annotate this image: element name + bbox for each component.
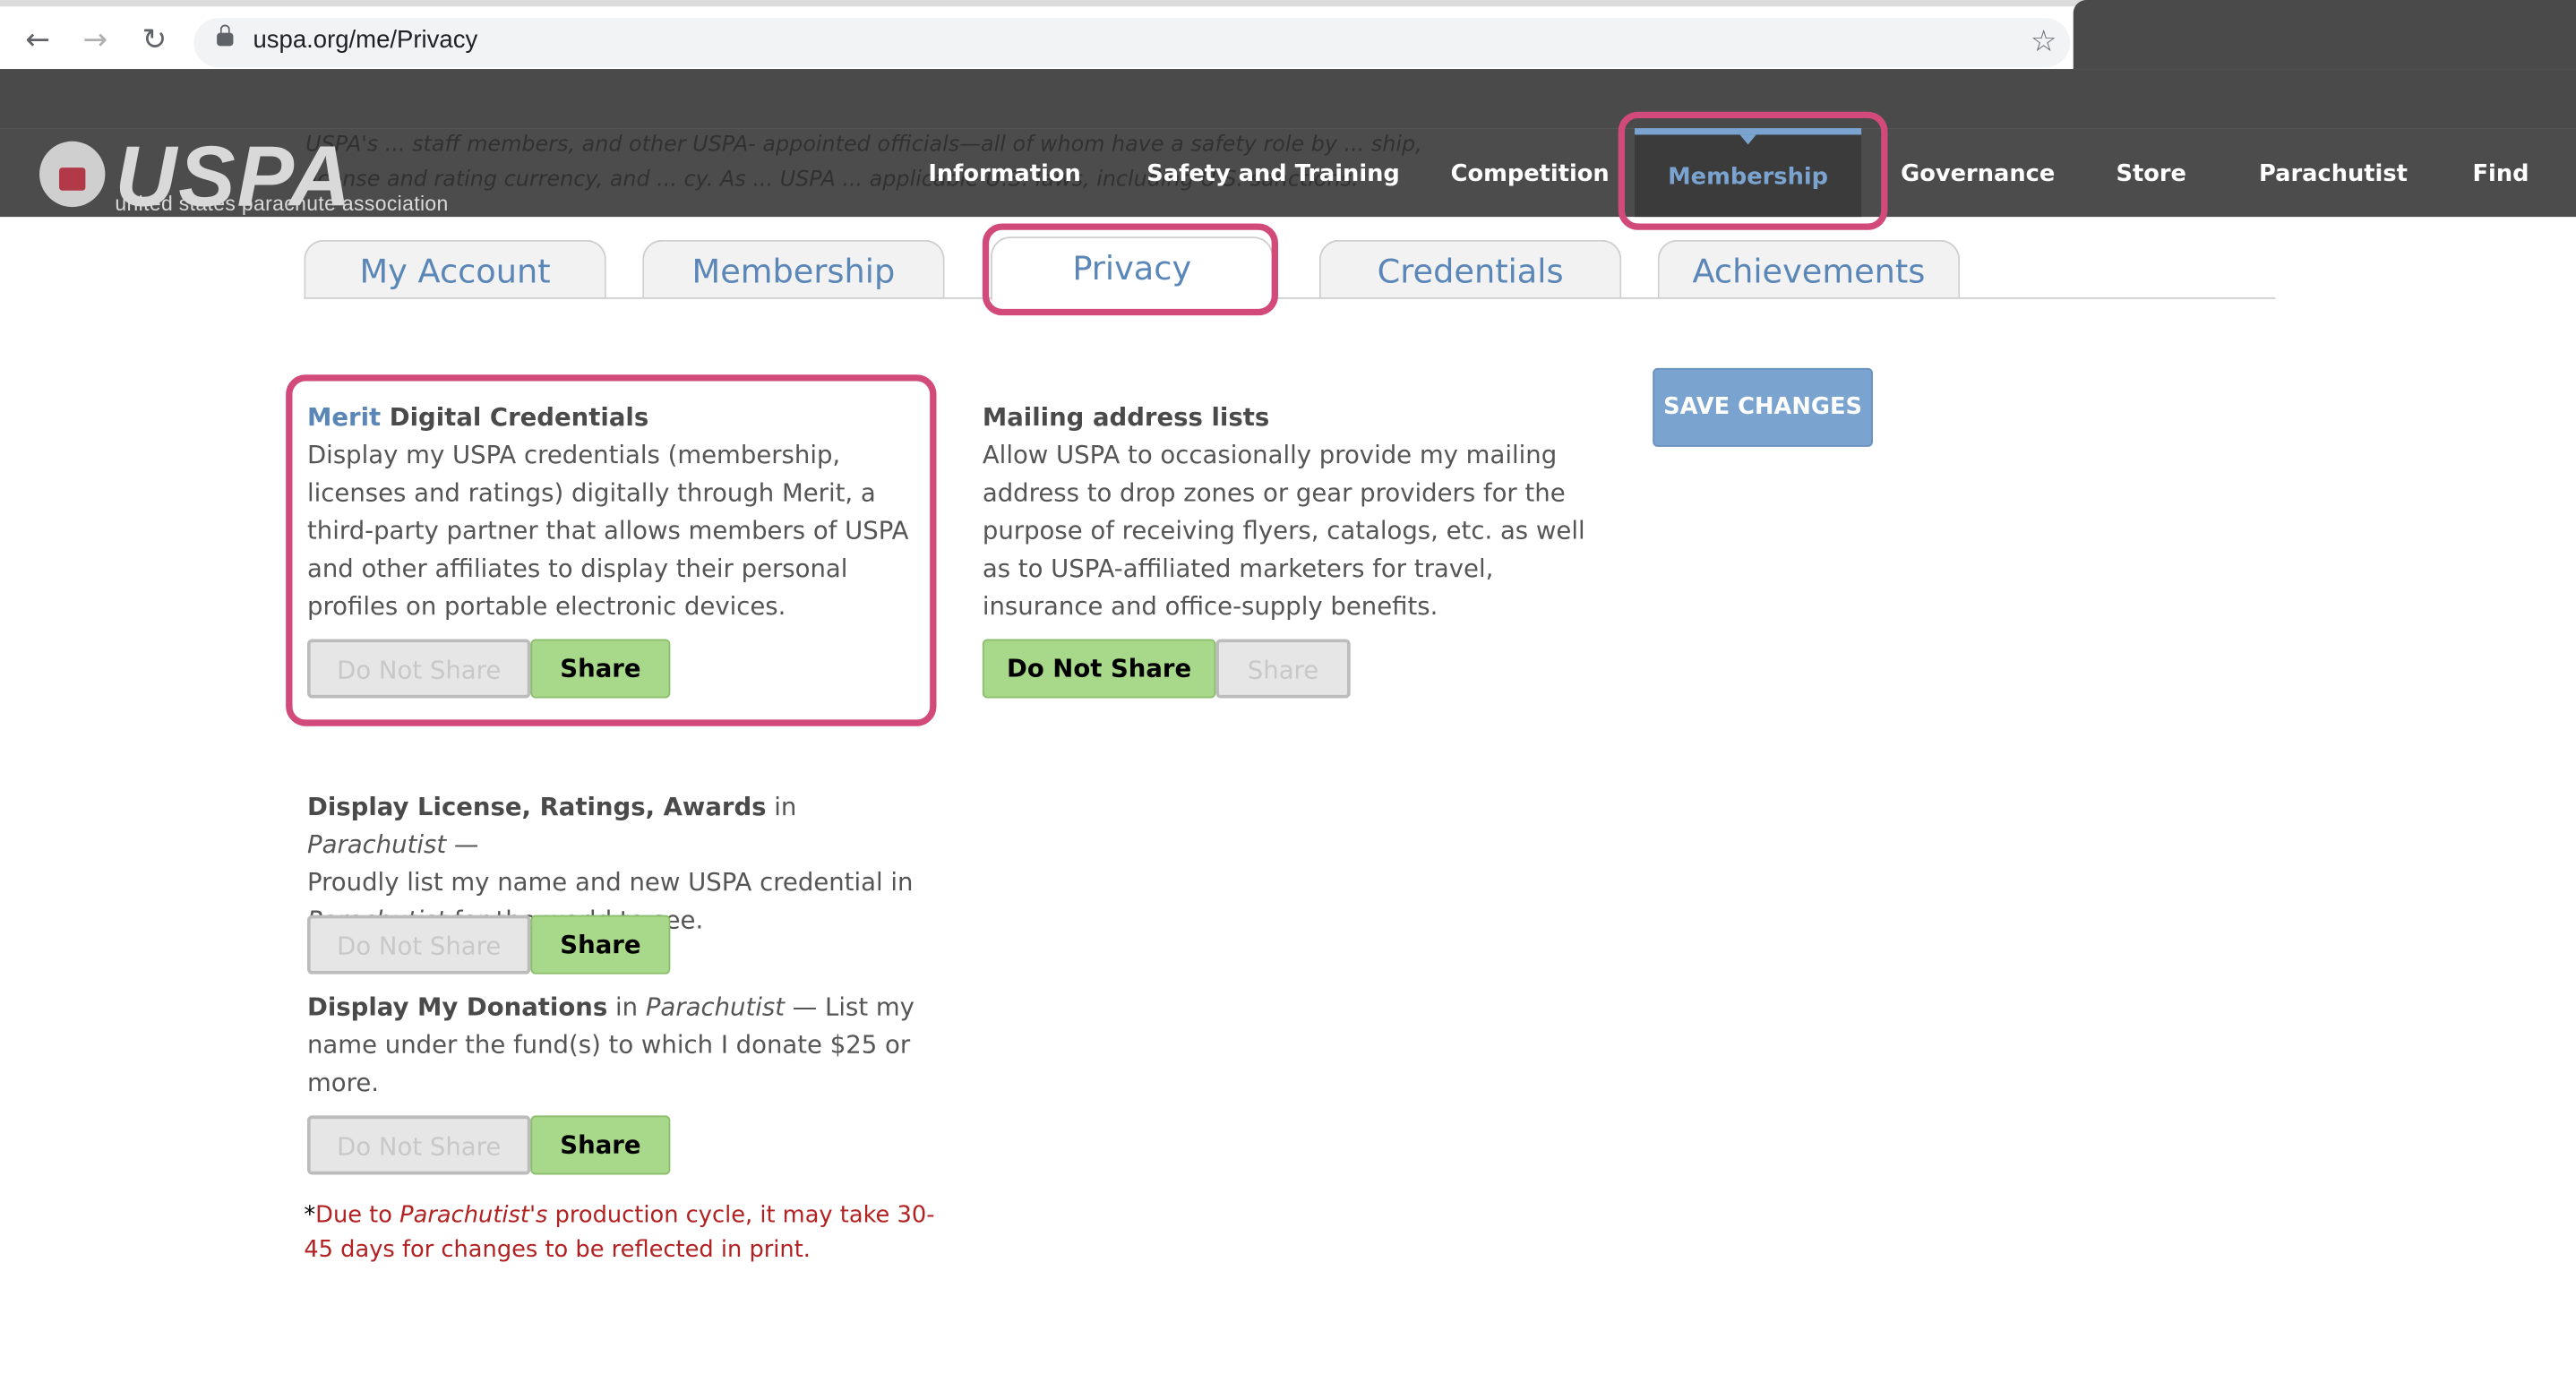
address-bar[interactable]: uspa.org/me/Privacy ☆ [193, 18, 2071, 68]
forward-arrow-icon[interactable]: → [79, 24, 112, 58]
nav-governance[interactable]: Governance [1901, 128, 2055, 217]
back-arrow-icon[interactable]: ← [21, 24, 55, 58]
nav-parachutist[interactable]: Parachutist [2259, 128, 2408, 217]
save-changes-button[interactable]: SAVE CHANGES [1653, 367, 1873, 447]
nav-information[interactable]: Information [928, 128, 1080, 217]
note-pre: Due to [315, 1202, 400, 1229]
tab-membership[interactable]: Membership [642, 239, 945, 297]
note-asterisk: * [304, 1202, 316, 1229]
nav-find[interactable]: Find [2472, 128, 2529, 217]
highlight-privacy-tab [982, 223, 1279, 316]
parachute-logo-icon [39, 141, 106, 208]
reload-icon[interactable]: ↻ [138, 24, 171, 58]
highlight-membership-nav [1618, 111, 1888, 230]
license-body-1: Proudly list my name and new USPA creden… [306, 867, 914, 897]
site-navbar: USPA's ... staff members, and other USPA… [0, 128, 2576, 225]
mailing-title: Mailing address lists [982, 402, 1270, 433]
tab-credentials[interactable]: Credentials [1318, 239, 1622, 297]
license-publication: Parachutist [306, 829, 447, 860]
header-top-band [0, 69, 2576, 129]
print-delay-note: *Due to Parachutist's production cycle, … [304, 1199, 944, 1268]
donations-publication: Parachutist [645, 992, 786, 1022]
mailing-share-button[interactable]: Share [1215, 639, 1351, 699]
logo-subtitle: united states parachute association [115, 192, 449, 216]
nav-competition[interactable]: Competition [1451, 128, 1610, 217]
uspa-logo[interactable]: USPA united states parachute association [36, 130, 555, 225]
donations-do-not-share-button[interactable]: Do Not Share [306, 1115, 531, 1175]
donations-section: Display My Donations in Parachutist — Li… [307, 989, 915, 1103]
tabs-baseline [304, 296, 2276, 299]
donations-in-text: in [607, 992, 646, 1022]
license-in-text: in [766, 792, 797, 822]
tab-my-account[interactable]: My Account [304, 239, 606, 297]
url-text[interactable]: uspa.org/me/Privacy [253, 26, 477, 54]
license-do-not-share-button[interactable]: Do Not Share [306, 915, 531, 975]
tab-achievements[interactable]: Achievements [1657, 239, 1961, 297]
browser-tabstrip-area [2073, 0, 2576, 70]
lock-icon [217, 24, 234, 47]
note-publication: Parachutist's [399, 1202, 548, 1229]
browser-toolbar: ← → ↻ uspa.org/me/Privacy ☆ [0, 6, 2074, 70]
license-share-button[interactable]: Share [530, 915, 671, 975]
nav-store[interactable]: Store [2116, 128, 2185, 217]
star-icon[interactable]: ☆ [2031, 25, 2057, 60]
mailing-description: Allow USPA to occasionally provide my ma… [982, 440, 1585, 622]
nav-safety-and-training[interactable]: Safety and Training [1146, 128, 1400, 217]
highlight-merit-section [286, 374, 937, 726]
license-title: Display License, Ratings, Awards [306, 792, 767, 822]
donations-share-button[interactable]: Share [530, 1115, 671, 1175]
mailing-do-not-share-button[interactable]: Do Not Share [982, 639, 1216, 699]
mailing-section: Mailing address lists Allow USPA to occa… [983, 399, 1591, 626]
donations-title: Display My Donations [306, 992, 608, 1022]
license-dash: — [446, 829, 479, 860]
